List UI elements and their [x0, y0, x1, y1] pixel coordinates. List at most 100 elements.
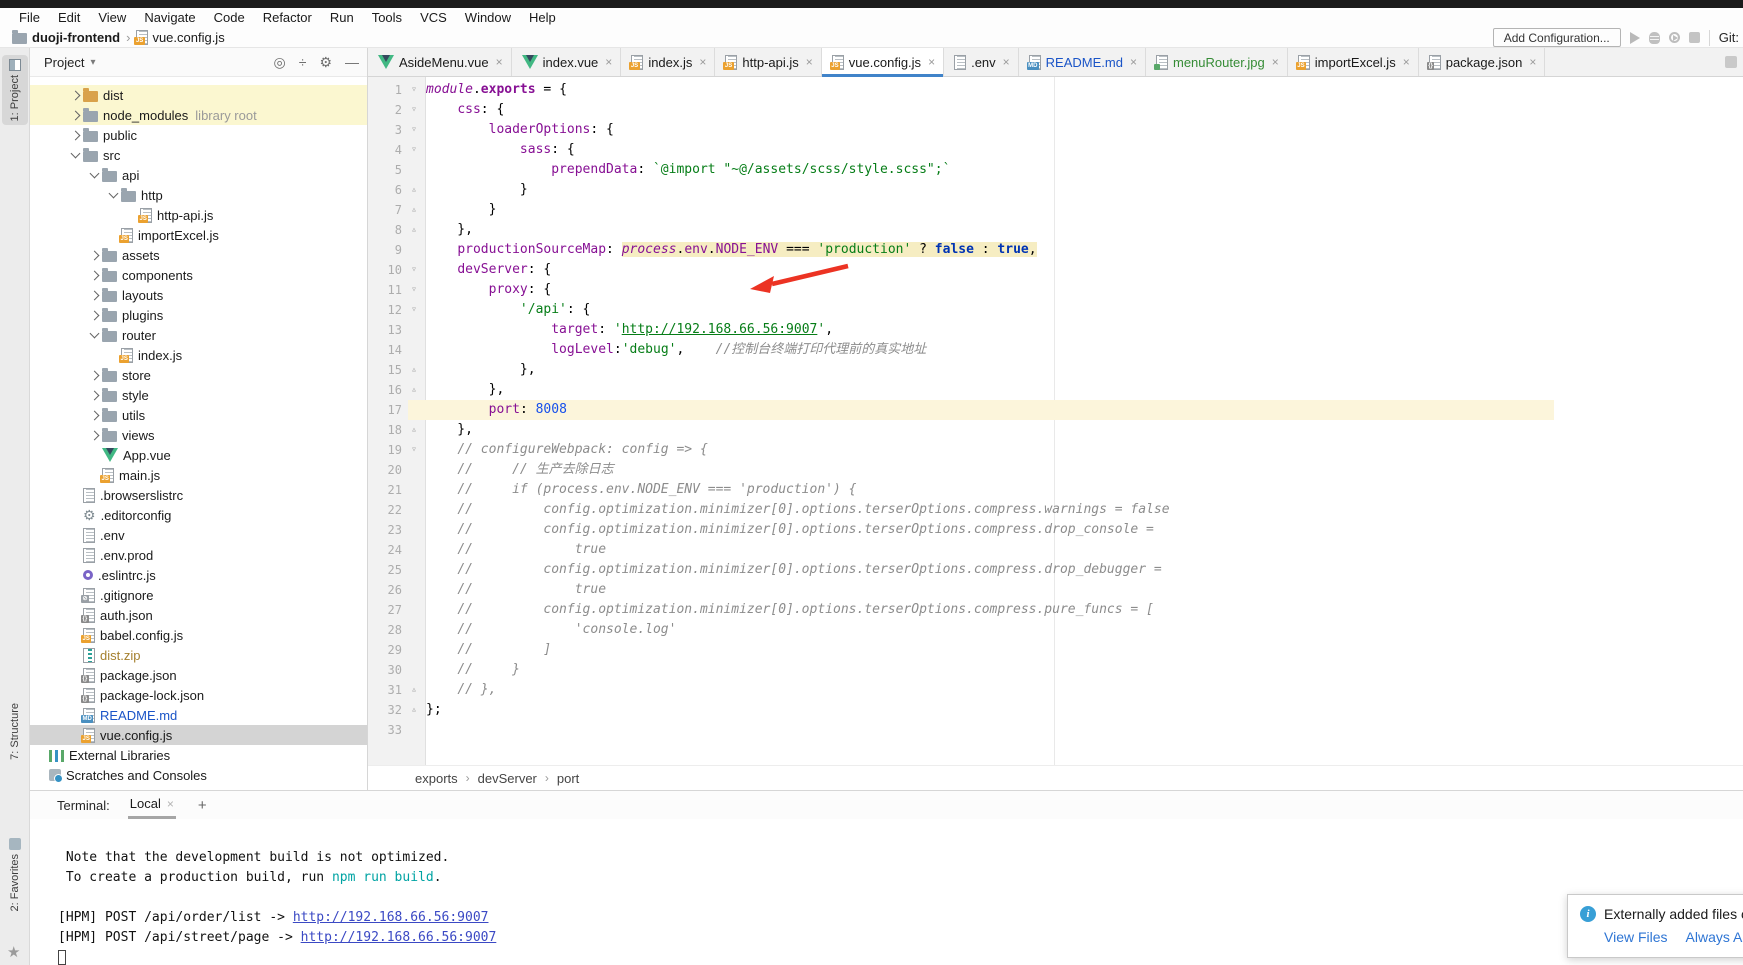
tree-item-index.js[interactable]: JSindex.js	[30, 345, 367, 365]
tab-package.json[interactable]: {}package.json×	[1419, 48, 1546, 76]
tree-item-App.vue[interactable]: App.vue	[30, 445, 367, 465]
tree-item-api[interactable]: api	[30, 165, 367, 185]
tree-item-main.js[interactable]: JSmain.js	[30, 465, 367, 485]
close-icon[interactable]: ×	[806, 55, 813, 69]
tree-chevron-icon[interactable]	[68, 92, 83, 99]
tree-chevron-icon[interactable]	[87, 272, 102, 279]
terminal-link[interactable]: http://192.168.66.56:9007	[293, 910, 489, 925]
tree-item-auth.json[interactable]: {}auth.json	[30, 605, 367, 625]
tree-item-.eslintrc.js[interactable]: .eslintrc.js	[30, 565, 367, 585]
stripe-button-structure[interactable]: 7: Structure	[2, 703, 28, 760]
tree-chevron-icon[interactable]	[87, 312, 102, 319]
tree-chevron-icon[interactable]	[87, 252, 102, 259]
settings-icon[interactable]: ⚙	[319, 54, 332, 71]
tree-chevron-icon[interactable]	[106, 193, 121, 197]
tree-chevron-icon[interactable]	[87, 173, 102, 177]
stripe-button-favorites[interactable]: 2: Favorites	[2, 838, 28, 911]
close-icon[interactable]: ×	[699, 55, 706, 69]
tab-http-api.js[interactable]: JShttp-api.js×	[715, 48, 821, 76]
tree-item-public[interactable]: public	[30, 125, 367, 145]
tree-item-Scratches and Consoles[interactable]: Scratches and Consoles	[30, 765, 367, 785]
tree-item-plugins[interactable]: plugins	[30, 305, 367, 325]
close-icon[interactable]: ×	[167, 797, 174, 811]
add-configuration-button[interactable]: Add Configuration...	[1493, 28, 1621, 47]
chevron-down-icon[interactable]: ▾	[90, 57, 95, 68]
fold-marker-icon[interactable]: ▵	[402, 680, 426, 700]
tab-index.js[interactable]: JSindex.js×	[621, 48, 715, 76]
close-icon[interactable]: ×	[1529, 55, 1536, 69]
tree-item-utils[interactable]: utils	[30, 405, 367, 425]
editor-breadcrumb-port[interactable]: port	[557, 771, 579, 786]
code-editor[interactable]: 1▿module.exports = {2▿ css: {3▿ loaderOp…	[368, 77, 1743, 765]
fold-marker-icon[interactable]: ▵	[402, 180, 426, 200]
tab-menuRouter.jpg[interactable]: menuRouter.jpg×	[1146, 48, 1288, 76]
collapse-all-icon[interactable]: ÷	[299, 54, 307, 71]
fold-marker-icon[interactable]: ▵	[402, 420, 426, 440]
menu-item-view[interactable]: View	[89, 9, 135, 26]
coverage-icon[interactable]	[1669, 32, 1680, 43]
fold-marker-icon[interactable]: ▵	[402, 220, 426, 240]
tree-item-vue.config.js[interactable]: JSvue.config.js	[30, 725, 367, 745]
tree-chevron-icon[interactable]	[68, 112, 83, 119]
menu-item-vcs[interactable]: VCS	[411, 9, 456, 26]
tab-vue.config.js[interactable]: JSvue.config.js×	[822, 48, 944, 76]
stop-icon[interactable]	[1689, 32, 1700, 43]
fold-marker-icon[interactable]: ▵	[402, 200, 426, 220]
tree-item-.browserslistrc[interactable]: .browserslistrc	[30, 485, 367, 505]
tree-chevron-icon[interactable]	[68, 132, 83, 139]
menu-item-file[interactable]: File	[10, 9, 49, 26]
always-add-link[interactable]: Always Add	[1686, 929, 1743, 945]
tree-item-assets[interactable]: assets	[30, 245, 367, 265]
new-terminal-icon[interactable]: +	[198, 797, 207, 819]
tab-AsideMenu.vue[interactable]: AsideMenu.vue×	[368, 48, 512, 76]
tree-item-package.json[interactable]: {}package.json	[30, 665, 367, 685]
tree-item-style[interactable]: style	[30, 385, 367, 405]
breadcrumb-file[interactable]: vue.config.js	[152, 30, 224, 45]
menu-item-edit[interactable]: Edit	[49, 9, 89, 26]
menu-item-window[interactable]: Window	[456, 9, 520, 26]
tree-item-router[interactable]: router	[30, 325, 367, 345]
close-icon[interactable]: ×	[1403, 55, 1410, 69]
fold-marker-icon[interactable]: ▵	[402, 360, 426, 380]
tree-chevron-icon[interactable]	[87, 292, 102, 299]
tree-item-.gitignore[interactable]: ⊘.gitignore	[30, 585, 367, 605]
tree-chevron-icon[interactable]	[87, 412, 102, 419]
stripe-button-project[interactable]: 1: Project	[2, 55, 28, 125]
menu-item-code[interactable]: Code	[205, 9, 254, 26]
fold-marker-icon[interactable]: ▿	[402, 440, 426, 460]
close-icon[interactable]: ×	[928, 55, 935, 69]
terminal-tab-local[interactable]: Local ×	[128, 796, 176, 819]
menu-item-run[interactable]: Run	[321, 9, 363, 26]
tree-item-External Libraries[interactable]: External Libraries	[30, 745, 367, 765]
fold-marker-icon[interactable]: ▿	[402, 140, 426, 160]
view-files-link[interactable]: View Files	[1604, 929, 1668, 945]
locate-icon[interactable]: ◎	[274, 54, 286, 71]
fold-marker-icon[interactable]: ▿	[402, 300, 426, 320]
breadcrumb-project[interactable]: duoji-frontend	[32, 30, 120, 45]
fold-marker-icon[interactable]: ▿	[402, 80, 426, 100]
tree-item-README.md[interactable]: MDREADME.md	[30, 705, 367, 725]
tree-chevron-icon[interactable]	[87, 392, 102, 399]
tree-item-views[interactable]: views	[30, 425, 367, 445]
tree-item-dist[interactable]: dist	[30, 85, 367, 105]
editor-breadcrumb-devServer[interactable]: devServer	[478, 771, 537, 786]
tree-chevron-icon[interactable]	[87, 333, 102, 337]
fold-marker-icon[interactable]: ▿	[402, 260, 426, 280]
close-icon[interactable]: ×	[1130, 55, 1137, 69]
tree-chevron-icon[interactable]	[87, 432, 102, 439]
terminal-link[interactable]: http://192.168.66.56:9007	[301, 930, 497, 945]
close-icon[interactable]: ×	[605, 55, 612, 69]
menu-item-tools[interactable]: Tools	[363, 9, 411, 26]
tree-item-layouts[interactable]: layouts	[30, 285, 367, 305]
git-branch-widget[interactable]: Git:	[1719, 30, 1739, 45]
hidden-tabs-icon[interactable]	[1725, 56, 1737, 68]
debug-icon[interactable]	[1649, 32, 1660, 44]
menu-item-refactor[interactable]: Refactor	[254, 9, 321, 26]
editor-breadcrumb-exports[interactable]: exports	[415, 771, 458, 786]
tree-item-package-lock.json[interactable]: {}package-lock.json	[30, 685, 367, 705]
close-icon[interactable]: ×	[1003, 55, 1010, 69]
hide-icon[interactable]: —	[345, 54, 359, 71]
project-panel-title[interactable]: Project	[44, 55, 84, 70]
fold-marker-icon[interactable]: ▿	[402, 100, 426, 120]
tree-item-dist.zip[interactable]: dist.zip	[30, 645, 367, 665]
